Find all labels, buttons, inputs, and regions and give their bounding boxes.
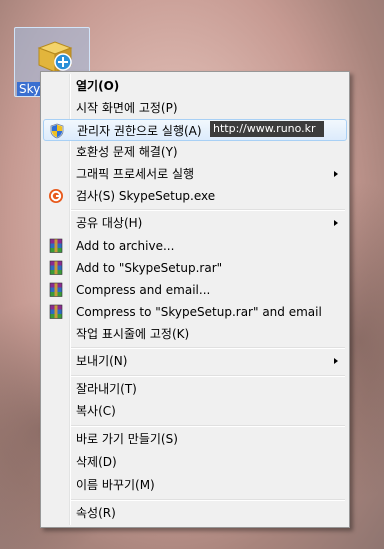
menu-item-label: 복사(C) [76,404,116,418]
menu-item-label: Compress to "SkypeSetup.rar" and email [76,305,322,319]
desktop-icon-label: Sky [17,82,43,96]
menu-item-properties[interactable]: 속성(R) [43,502,347,524]
menu-item-label: 검사(S) SkypeSetup.exe [76,189,216,203]
menu-separator [71,375,345,377]
winrar-icon [49,260,63,275]
menu-item-delete[interactable]: 삭제(D) [43,451,347,473]
menu-separator [71,209,345,211]
menu-item-rename[interactable]: 이름 바꾸기(M) [43,474,347,496]
submenu-arrow-icon [334,358,338,364]
uac-shield-icon [50,123,64,139]
url-overlay: http://www.runo.kr [210,121,324,137]
menu-separator [71,499,345,501]
menu-item-label: 보내기(N) [76,354,128,368]
desktop: Sky 열기(O) 시작 화면에 고정(P) 관리자 권한으로 실행(A) 호환… [0,0,384,549]
menu-item-run-with-gpu[interactable]: 그래픽 프로세서로 실행 [43,163,347,185]
menu-item-label: 호환성 문제 해결(Y) [76,145,178,159]
menu-item-label: 그래픽 프로세서로 실행 [76,167,195,181]
menu-item-label: Add to archive... [76,239,175,253]
menu-item-send-to[interactable]: 보내기(N) [43,350,347,372]
menu-item-label: 시작 화면에 고정(P) [76,101,178,115]
menu-item-label: 잘라내기(T) [76,382,137,396]
menu-separator [71,347,345,349]
menu-item-scan[interactable]: 검사(S) SkypeSetup.exe [43,185,347,207]
submenu-arrow-icon [334,171,338,177]
winrar-icon [49,282,63,297]
menu-item-open[interactable]: 열기(O) [43,75,347,97]
menu-item-pin-to-start[interactable]: 시작 화면에 고정(P) [43,97,347,119]
menu-item-add-to-rar[interactable]: Add to "SkypeSetup.rar" [43,257,347,279]
menu-item-create-shortcut[interactable]: 바로 가기 만들기(S) [43,428,347,450]
winrar-icon [49,238,63,253]
menu-item-label: 이름 바꾸기(M) [76,478,155,492]
menu-item-label: 삭제(D) [76,455,117,469]
context-menu: 열기(O) 시작 화면에 고정(P) 관리자 권한으로 실행(A) 호환성 문제… [40,71,350,528]
menu-item-cut[interactable]: 잘라내기(T) [43,378,347,400]
installer-box-icon [37,41,73,73]
submenu-arrow-icon [334,220,338,226]
menu-item-label: Add to "SkypeSetup.rar" [76,261,223,275]
menu-item-label: 속성(R) [76,506,116,520]
menu-item-compress-and-email[interactable]: Compress and email... [43,279,347,301]
menu-item-add-to-archive[interactable]: Add to archive... [43,235,347,257]
menu-item-label: Compress and email... [76,283,211,297]
menu-item-share-with[interactable]: 공유 대상(H) [43,212,347,234]
menu-item-label: 바로 가기 만들기(S) [76,432,178,446]
menu-item-label: 열기(O) [76,79,120,93]
menu-separator [71,425,345,427]
menu-item-compress-to-rar-and-email[interactable]: Compress to "SkypeSetup.rar" and email [43,301,347,323]
winrar-icon [49,304,63,319]
menu-item-label: 관리자 권한으로 실행(A) [77,124,202,138]
menu-item-label: 공유 대상(H) [76,216,143,230]
menu-item-copy[interactable]: 복사(C) [43,400,347,422]
antivirus-icon [49,189,63,203]
menu-item-pin-to-taskbar[interactable]: 작업 표시줄에 고정(K) [43,323,347,345]
menu-item-troubleshoot-compatibility[interactable]: 호환성 문제 해결(Y) [43,141,347,163]
menu-item-label: 작업 표시줄에 고정(K) [76,327,190,341]
